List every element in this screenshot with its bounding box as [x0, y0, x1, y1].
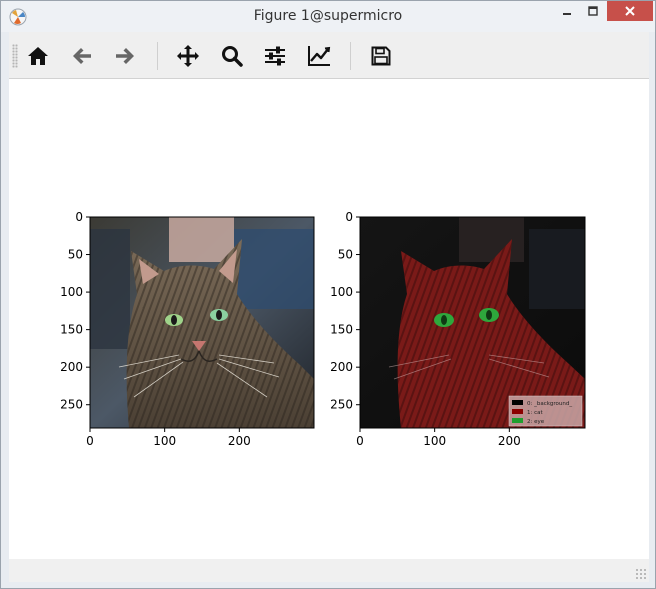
title-bar: Figure 1@supermicro [1, 1, 655, 32]
close-icon [625, 6, 635, 16]
status-bar [9, 559, 649, 582]
maximize-icon [588, 6, 598, 16]
left-x-tick-label: 100 [153, 434, 176, 448]
figure-canvas[interactable]: 0 50 100 150 200 250 0 100 200 0 50 100 … [9, 79, 649, 559]
left-x-ticks: 0 100 200 [86, 428, 251, 448]
legend-swatch [512, 409, 523, 414]
left-y-tick-label: 100 [60, 285, 83, 299]
legend-label: 0: _background_ [527, 401, 572, 407]
figure-svg: 0 50 100 150 200 250 0 100 200 05010015020025… [60, 210, 586, 448]
edit-axes-button[interactable] [303, 40, 335, 72]
navigation-toolbar [9, 32, 649, 79]
right-x-tick-label: 200 [498, 434, 521, 448]
minimize-icon [563, 13, 571, 15]
legend-label: 1: cat [527, 410, 543, 416]
cat-photo [90, 217, 314, 428]
figure-window: Figure 1@supermicro 0 50 100 150 200 250… [0, 0, 656, 589]
toolbar-separator [350, 42, 351, 70]
segmentation-legend: 0: _background_ 1: cat 2: eye [508, 395, 583, 427]
right-x-ticks: 0 100 200 [356, 428, 521, 448]
right-y-tick-label: 200 [330, 360, 353, 374]
forward-button[interactable] [109, 40, 141, 72]
right-y-tick-label: 150 [330, 323, 353, 337]
legend-swatch [512, 418, 523, 423]
right-y-tick-label: 100 [330, 285, 353, 299]
right-x-tick-label: 100 [423, 434, 446, 448]
right-x-tick-label: 0 [356, 434, 364, 448]
right-y-tick-label: 0 [345, 210, 353, 224]
arrow-left-icon [73, 48, 91, 64]
floppy-disk-icon [371, 46, 391, 66]
pan-button[interactable] [172, 40, 204, 72]
left-y-tick-label: 50 [68, 248, 83, 262]
figure-client-area: 0 50 100 150 200 250 0 100 200 0 50 100 … [9, 32, 649, 582]
left-x-tick-label: 0 [86, 434, 94, 448]
left-image-panel: 0 50 100 150 200 250 0 100 200 [60, 210, 315, 448]
minimize-button[interactable] [554, 1, 580, 21]
arrow-right-icon [116, 48, 134, 64]
magnifier-icon [222, 46, 243, 67]
resize-grip[interactable] [635, 568, 647, 580]
right-image-panel: 0 50 100 150 200 250 0 100 200 0: _background_ 1… [330, 210, 586, 448]
move-icon [177, 45, 199, 67]
home-icon [28, 47, 48, 65]
toolbar-separator [157, 42, 158, 70]
close-button[interactable] [607, 1, 653, 21]
legend-label: 2: eye [527, 419, 545, 425]
right-y-tick-label: 250 [330, 398, 353, 412]
left-y-tick-label: 0 [75, 210, 83, 224]
right-y-tick-label: 50 [338, 248, 353, 262]
legend-swatch [512, 400, 523, 405]
right-y-ticks: 0 50 100 150 200 250 [330, 210, 360, 412]
left-y-ticks: 0 50 100 150 200 250 [60, 210, 90, 412]
sliders-icon [265, 46, 285, 66]
home-button[interactable] [22, 40, 54, 72]
maximize-button[interactable] [580, 1, 606, 21]
zoom-button[interactable] [216, 40, 248, 72]
left-y-tick-label: 150 [60, 323, 83, 337]
left-y-tick-label: 250 [60, 398, 83, 412]
line-chart-icon [308, 46, 331, 66]
left-x-tick-label: 200 [228, 434, 251, 448]
save-button[interactable] [365, 40, 397, 72]
left-y-tick-label: 200 [60, 360, 83, 374]
back-button[interactable] [66, 40, 98, 72]
configure-subplots-button[interactable] [259, 40, 291, 72]
toolbar-grip[interactable] [12, 44, 18, 68]
